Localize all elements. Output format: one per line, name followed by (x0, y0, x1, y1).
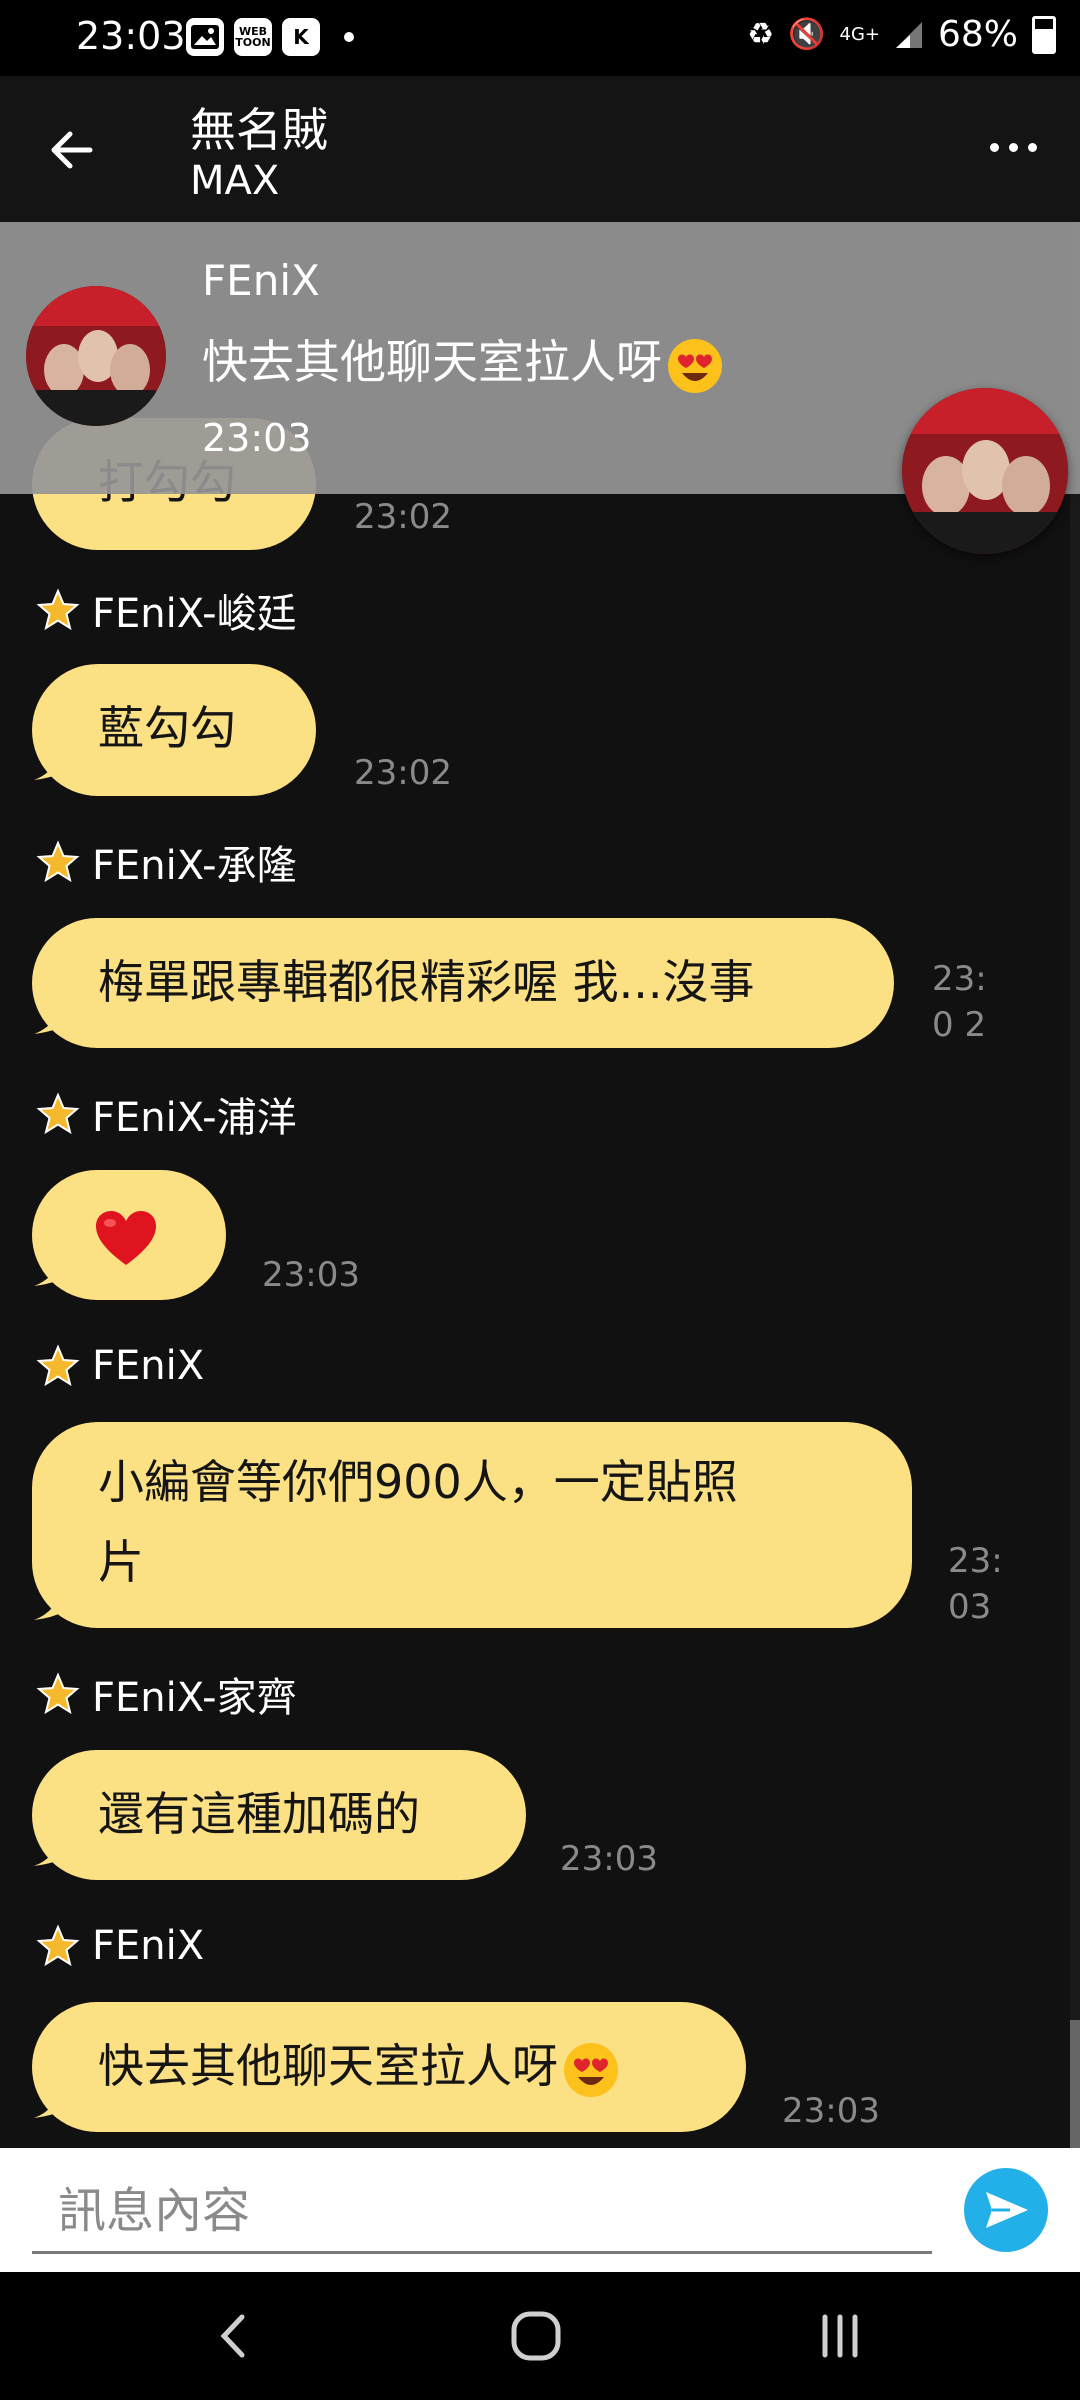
sender-name: FEniX (92, 1923, 205, 1969)
chat-title: 無名賊 (190, 103, 328, 157)
star-icon (36, 1672, 80, 1715)
sender-row: FEniX (36, 1338, 204, 1394)
recycle-icon: ♻ (747, 17, 775, 52)
sender-row: FEniX (36, 1918, 204, 1974)
chat-subtitle: MAX (190, 158, 280, 204)
avatar (26, 286, 166, 426)
star-icon (36, 1344, 80, 1387)
back-arrow-icon[interactable] (42, 120, 102, 180)
sender-name: FEniX-浦洋 (92, 1095, 297, 1141)
sender-row: FEniX-承隆 (36, 834, 297, 890)
star-icon (36, 1092, 80, 1135)
more-notifications-dot (344, 32, 354, 42)
recents-icon (822, 2314, 858, 2358)
scrollbar-thumb[interactable] (1070, 2020, 1080, 2148)
message-bubble[interactable]: 快去其他聊天室拉人呀 (32, 2002, 746, 2132)
status-bar: 23:03 WEB TOON K ♻ 🔇 4G+ 68% (0, 0, 1080, 76)
message-time-line: 23: (948, 1541, 1003, 1581)
more-options-icon[interactable] (990, 132, 1050, 162)
message-time: 23:0 2 (932, 956, 992, 1048)
message-text: 梅單跟專輯都很精彩喔 我...沒事 (98, 955, 755, 1009)
sender-row: FEniX-峻廷 (36, 582, 297, 638)
nav-recents-button[interactable] (800, 2300, 880, 2372)
star-icon (36, 1924, 80, 1967)
star-icon (36, 588, 80, 631)
message-text-line: 小編會等你們900人，一定貼照 (98, 1455, 738, 1509)
message-text-line: 片 (98, 1535, 144, 1589)
message-bubble[interactable]: 還有這種加碼的 (32, 1750, 526, 1880)
message-bubble[interactable]: 小編會等你們900人，一定貼照 片 (32, 1422, 912, 1628)
notification-text: 快去其他聊天室拉人呀 (202, 326, 724, 395)
message-time-line: 03 (948, 1587, 992, 1627)
battery-icon (1032, 15, 1056, 54)
battery-percent: 68% (937, 14, 1018, 55)
sender-name: FEniX-峻廷 (92, 591, 297, 637)
chat-header: 無名賊 MAX (0, 76, 1080, 222)
heart-eyes-emoji-icon (564, 2042, 618, 2097)
message-time: 23:02 (354, 753, 452, 793)
webtoon-icon: WEB TOON (234, 18, 272, 56)
sender-row: FEniX-家齊 (36, 1666, 297, 1722)
scrollbar-track[interactable] (1070, 222, 1080, 2148)
sender-row: FEniX-浦洋 (36, 1086, 297, 1142)
chevron-left-icon (220, 2314, 245, 2358)
mute-icon: 🔇 (788, 17, 826, 52)
notification-text-content: 快去其他聊天室拉人呀 (202, 335, 662, 389)
message-text: 藍勾勾 (98, 701, 236, 755)
system-indicators: ♻ 🔇 4G+ 68% (747, 14, 1056, 55)
sender-name: FEniX (92, 1343, 205, 1389)
message-input[interactable] (32, 2170, 932, 2254)
network-label: 4G+ (839, 23, 880, 45)
message-time: 23:03 (782, 2091, 880, 2131)
heart-eyes-emoji-icon (668, 338, 722, 393)
system-navigation-bar (0, 2272, 1080, 2400)
red-heart-icon (96, 1210, 156, 1265)
message-time: 23: 03 (948, 1538, 1003, 1630)
message-input-bar (0, 2148, 1080, 2272)
nav-back-button[interactable] (194, 2300, 274, 2372)
notification-sender: FEniX (202, 256, 320, 305)
notification-time: 23:03 (202, 416, 312, 460)
star-icon (36, 840, 80, 883)
send-icon (986, 2192, 1028, 2228)
floating-chat-head-avatar[interactable] (902, 388, 1068, 554)
k-app-icon: K (282, 18, 320, 56)
message-time: 23:02 (354, 497, 452, 537)
image-icon (186, 18, 224, 56)
sender-name: FEniX-家齊 (92, 1675, 297, 1721)
message-bubble[interactable]: 藍勾勾 (32, 664, 316, 796)
status-time: 23:03 (76, 14, 186, 58)
notification-icons: WEB TOON K (186, 18, 354, 56)
signal-icon (895, 21, 922, 48)
message-time: 23:03 (560, 1839, 658, 1879)
nav-home-button[interactable] (496, 2300, 576, 2372)
message-bubble[interactable] (32, 1170, 226, 1300)
home-circle-icon (511, 2311, 561, 2361)
message-time-text: 23:0 2 (932, 959, 987, 1045)
message-text: 還有這種加碼的 (98, 1787, 420, 1841)
send-button[interactable] (964, 2168, 1048, 2252)
message-text: 快去其他聊天室拉人呀 (98, 2039, 558, 2093)
message-bubble[interactable]: 梅單跟專輯都很精彩喔 我...沒事 (32, 918, 894, 1048)
sender-name: FEniX-承隆 (92, 843, 297, 889)
message-time: 23:03 (262, 1255, 360, 1295)
